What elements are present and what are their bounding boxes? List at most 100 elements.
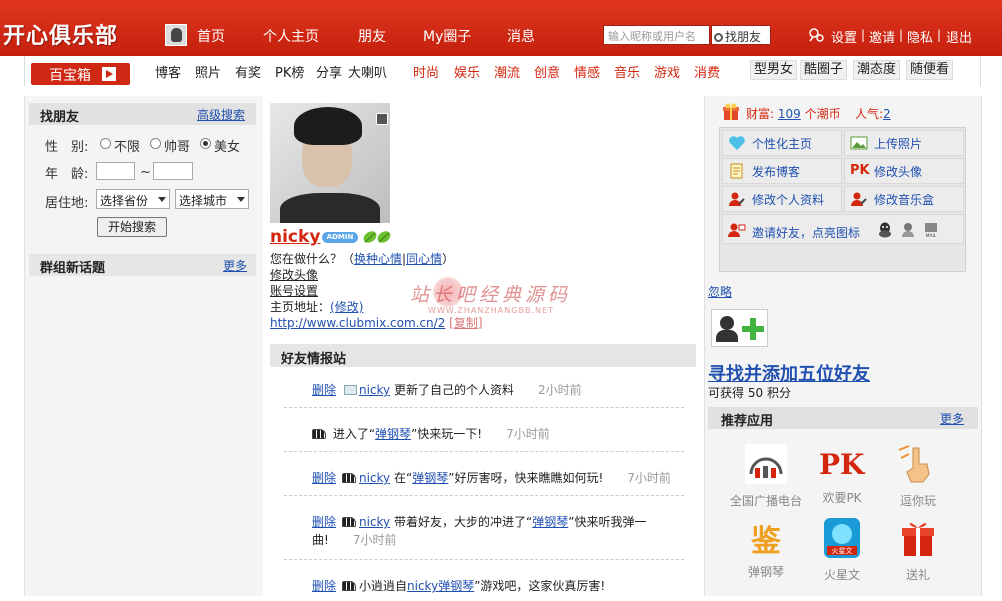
feed-app-link[interactable]: 弹钢琴 [375, 427, 411, 441]
site-logo[interactable]: 开心俱乐部 [3, 18, 118, 50]
app-piano[interactable]: 鉴 弹钢琴 [729, 518, 803, 580]
feed-user-link[interactable]: nicky [359, 471, 390, 485]
feed-user-link[interactable]: nicky [359, 383, 390, 397]
group-topics-header: 群组新话题 更多 [29, 254, 256, 276]
account-settings-link[interactable]: 账号设置 [270, 282, 318, 299]
gender-any-label: 不限 [114, 140, 141, 155]
feed-user-link[interactable]: nicky [359, 515, 390, 529]
change-avatar-link[interactable]: 修改头像 [874, 163, 922, 180]
invite-friends-link[interactable]: 邀请好友，点亮图标 [752, 224, 860, 241]
nav-home[interactable]: 首页 [197, 26, 225, 46]
msn-icon[interactable] [901, 222, 915, 238]
age-max-input[interactable] [153, 162, 193, 180]
treasure-box-button[interactable]: 百宝箱 [31, 63, 130, 85]
change-mood-link[interactable]: 换种心情 [354, 252, 402, 266]
mail-icon[interactable]: MAIL [924, 222, 938, 238]
advanced-search-link[interactable]: 高级搜索 [197, 106, 245, 123]
city-select[interactable]: 选择城市 [175, 189, 249, 209]
person-icon [720, 316, 734, 330]
subnav-music[interactable]: 音乐 [614, 62, 640, 81]
edit-homepage-link[interactable]: (修改) [330, 300, 363, 314]
subnav-share[interactable]: 分享 [316, 62, 342, 81]
gender-male-label: 帅哥 [164, 140, 191, 155]
subnav-photos[interactable]: 照片 [195, 62, 221, 81]
feed-pre: 小逍逍自 [359, 579, 408, 593]
subnav-games[interactable]: 游戏 [654, 62, 680, 81]
feed-app-link[interactable]: 弹钢琴 [532, 515, 568, 529]
app-tease[interactable]: 逗你玩 [881, 444, 955, 509]
subnav-creative[interactable]: 创意 [534, 62, 560, 81]
feed-delete-link[interactable]: 删除 [312, 513, 336, 530]
subnav-prizes[interactable]: 有奖 [235, 62, 261, 81]
app-martian-text[interactable]: 火星文 火星文 [805, 518, 879, 583]
feed-item: 进入了“弹钢琴”快来玩一下! 7小时前 [284, 416, 684, 452]
start-search-button[interactable]: 开始搜索 [97, 217, 167, 237]
app-label: 弹钢琴 [747, 565, 784, 579]
nav-messages[interactable]: 消息 [507, 26, 535, 46]
popularity-value[interactable]: 2 [883, 107, 891, 121]
same-mood-link[interactable]: 同心情 [406, 252, 442, 266]
feed-post: ”快来听我弹一 [568, 515, 647, 529]
feed-delete-link[interactable]: 删除 [312, 577, 336, 594]
edit-profile-link[interactable]: 修改个人资料 [752, 191, 824, 208]
publish-blog-link[interactable]: 发布博客 [752, 163, 800, 180]
nav-my-circle[interactable]: My圈子 [423, 26, 471, 46]
feed-delete-link[interactable]: 删除 [312, 469, 336, 486]
feed-app-link[interactable]: 弹钢琴 [438, 579, 474, 593]
subnav-pk-rank[interactable]: PK榜 [275, 62, 304, 81]
copy-url-link[interactable]: [复制] [449, 316, 482, 330]
subnav-blog[interactable]: 博客 [155, 62, 181, 81]
nav-profile[interactable]: 个人主页 [263, 26, 319, 46]
subnav-entertainment[interactable]: 娱乐 [454, 62, 480, 81]
find-five-friends-link[interactable]: 寻找并添加五位好友 [708, 360, 870, 386]
feed-item: 删除 小逍逍自nicky弹钢琴”游戏吧，这家伙真厉害! [284, 568, 684, 601]
subnav-consume[interactable]: 消费 [694, 62, 720, 81]
homepage-url-link[interactable]: http://www.clubmix.com.cn/2 [270, 316, 445, 330]
privacy-link[interactable]: 隐私 [907, 27, 933, 46]
feed-delete-link[interactable]: 删除 [312, 381, 336, 398]
nav-friends[interactable]: 朋友 [358, 26, 386, 46]
wealth-gift-icon [723, 103, 739, 120]
upload-photo-link[interactable]: 上传照片 [874, 135, 922, 152]
edit-avatar-link[interactable]: 修改头像 [270, 266, 318, 283]
feed-app-link[interactable]: 弹钢琴 [412, 471, 448, 485]
group-topics-more-link[interactable]: 更多 [223, 257, 247, 274]
user-avatar-icon[interactable] [165, 24, 187, 46]
feed-text: 进入了“弹钢琴”快来玩一下! 7小时前 [312, 425, 550, 442]
app-label: 逗你玩 [899, 494, 936, 508]
province-select[interactable]: 选择省份 [96, 189, 170, 209]
app-radio[interactable]: 全国广播电台 [729, 444, 803, 509]
custom-homepage-link[interactable]: 个性化主页 [752, 135, 812, 152]
settings-link[interactable]: 设置 [831, 27, 857, 46]
logout-link[interactable]: 退出 [946, 27, 972, 46]
feed-user-link[interactable]: nicky [407, 579, 438, 593]
invite-link[interactable]: 邀请 [869, 27, 895, 46]
ignore-link[interactable]: 忽略 [708, 283, 732, 300]
subnav-fashion[interactable]: 时尚 [413, 62, 439, 81]
gender-female-radio[interactable] [200, 138, 211, 149]
profile-name[interactable]: nicky [270, 227, 320, 247]
gender-any-radio[interactable] [100, 138, 111, 149]
settings-icon[interactable] [806, 25, 826, 45]
subnav-attitude[interactable]: 潮态度 [853, 60, 901, 80]
wealth-row: 财富: 109 个潮币 [746, 105, 841, 122]
app-gift[interactable]: 送礼 [881, 518, 955, 583]
feed-text: nicky 更新了自己的个人资料 2小时前 [344, 381, 582, 398]
subnav-stylish[interactable]: 型男女 [750, 60, 798, 80]
gender-male-radio[interactable] [150, 138, 161, 149]
subnav-trend[interactable]: 潮流 [494, 62, 520, 81]
qq-icon[interactable] [878, 222, 892, 238]
nickname-search-input[interactable]: 输入昵称或用户名 [603, 25, 710, 45]
find-friend-button[interactable]: 找朋友 [711, 25, 771, 45]
subnav-emotion[interactable]: 情感 [574, 62, 600, 81]
subnav-loudspeaker[interactable]: 大喇叭 [348, 62, 387, 81]
recommended-apps-more-link[interactable]: 更多 [940, 410, 964, 427]
add-friend-icon[interactable] [711, 309, 768, 347]
subnav-cool-circle[interactable]: 酷圈子 [800, 60, 848, 80]
edit-music-box-link[interactable]: 修改音乐盒 [874, 191, 934, 208]
profile-photo[interactable] [270, 103, 390, 223]
wealth-value[interactable]: 109 [778, 107, 801, 121]
age-min-input[interactable] [96, 162, 135, 180]
app-pk[interactable]: PK 欢要PK [805, 444, 879, 506]
subnav-browse[interactable]: 随便看 [906, 60, 954, 80]
